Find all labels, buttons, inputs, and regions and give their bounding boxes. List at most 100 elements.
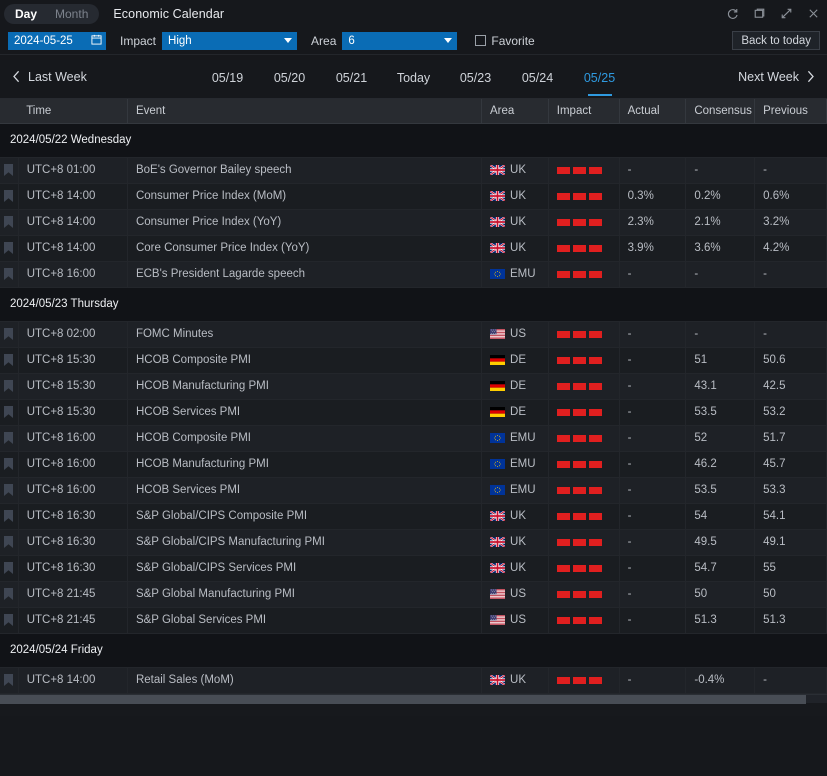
bookmark-cell[interactable]: [0, 581, 18, 607]
area-cell: US: [482, 581, 549, 607]
horizontal-scrollbar[interactable]: [0, 694, 827, 703]
col-consensus: Consensus: [686, 99, 755, 123]
time-cell: UTC+8 14:00: [18, 183, 127, 209]
bookmark-cell[interactable]: [0, 373, 18, 399]
table-row[interactable]: UTC+8 15:30HCOB Composite PMIDE-5150.6: [0, 347, 827, 373]
actual-cell: -: [619, 667, 686, 693]
close-icon[interactable]: [806, 7, 820, 21]
bookmark-cell[interactable]: [0, 451, 18, 477]
area-cell: DE: [482, 373, 549, 399]
area-select[interactable]: 6: [342, 32, 457, 50]
view-mode-day[interactable]: Day: [6, 5, 46, 23]
bookmark-cell[interactable]: [0, 209, 18, 235]
consensus-cell: 51.3: [686, 607, 755, 633]
impact-bars: [557, 331, 619, 338]
day-tab-2[interactable]: 05/21: [321, 55, 383, 99]
consensus-cell: -: [686, 321, 755, 347]
favorite-filter[interactable]: Favorite: [475, 34, 534, 48]
table-row[interactable]: UTC+8 02:00FOMC MinutesUS---: [0, 321, 827, 347]
table-row[interactable]: UTC+8 14:00Core Consumer Price Index (Yo…: [0, 235, 827, 261]
bookmark-cell[interactable]: [0, 183, 18, 209]
area-code: EMU: [510, 484, 536, 496]
restore-icon[interactable]: [752, 7, 766, 21]
table-row[interactable]: UTC+8 15:30HCOB Manufacturing PMIDE-43.1…: [0, 373, 827, 399]
time-cell: UTC+8 16:00: [18, 425, 127, 451]
consensus-cell: 53.5: [686, 477, 755, 503]
back-to-today-button[interactable]: Back to today: [732, 31, 820, 50]
impact-bar: [557, 357, 570, 364]
impact-bars: [557, 167, 619, 174]
impact-bar: [573, 539, 586, 546]
favorite-checkbox[interactable]: [475, 35, 486, 46]
event-cell: S&P Global/CIPS Services PMI: [127, 555, 481, 581]
expand-icon[interactable]: [779, 7, 793, 21]
date-picker[interactable]: 2024-05-25: [8, 32, 106, 50]
bookmark-cell[interactable]: [0, 261, 18, 287]
impact-select[interactable]: High: [162, 32, 297, 50]
day-tab-1[interactable]: 05/20: [259, 55, 321, 99]
day-group-label: 2024/05/22 Wednesday: [0, 123, 827, 157]
view-mode-toggle[interactable]: Day Month: [4, 4, 99, 24]
area-code: UK: [510, 164, 526, 176]
impact-bar: [573, 271, 586, 278]
event-cell: FOMC Minutes: [127, 321, 481, 347]
bookmark-cell[interactable]: [0, 321, 18, 347]
bookmark-cell[interactable]: [0, 399, 18, 425]
table-row[interactable]: UTC+8 16:00HCOB Services PMIEMU-53.553.3: [0, 477, 827, 503]
bookmark-cell[interactable]: [0, 529, 18, 555]
day-tab-4[interactable]: 05/23: [445, 55, 507, 99]
bookmark-cell[interactable]: [0, 503, 18, 529]
area-cell: UK: [482, 157, 549, 183]
area-cell: UK: [482, 667, 549, 693]
actual-cell: -: [619, 451, 686, 477]
table-row[interactable]: UTC+8 01:00BoE's Governor Bailey speechU…: [0, 157, 827, 183]
event-cell: HCOB Composite PMI: [127, 347, 481, 373]
table-row[interactable]: UTC+8 21:45S&P Global Manufacturing PMIU…: [0, 581, 827, 607]
refresh-icon[interactable]: [725, 7, 739, 21]
time-cell: UTC+8 16:00: [18, 261, 127, 287]
chevron-down-icon: [444, 38, 452, 43]
bookmark-cell[interactable]: [0, 667, 18, 693]
col-bookmark: [0, 99, 18, 123]
consensus-cell: -: [686, 157, 755, 183]
time-cell: UTC+8 16:30: [18, 529, 127, 555]
table-row[interactable]: UTC+8 16:00HCOB Composite PMIEMU-5251.7: [0, 425, 827, 451]
horizontal-scrollbar-thumb[interactable]: [0, 695, 806, 704]
table-row[interactable]: UTC+8 16:00HCOB Manufacturing PMIEMU-46.…: [0, 451, 827, 477]
table-row[interactable]: UTC+8 14:00Consumer Price Index (YoY)UK2…: [0, 209, 827, 235]
table-row[interactable]: UTC+8 14:00Consumer Price Index (MoM)UK0…: [0, 183, 827, 209]
table-row[interactable]: UTC+8 16:00ECB's President Lagarde speec…: [0, 261, 827, 287]
bookmark-cell[interactable]: [0, 347, 18, 373]
table-row[interactable]: UTC+8 16:30S&P Global/CIPS Services PMIU…: [0, 555, 827, 581]
bookmark-cell[interactable]: [0, 425, 18, 451]
table-row[interactable]: UTC+8 14:00Retail Sales (MoM)UK--0.4%-: [0, 667, 827, 693]
previous-cell: 4.2%: [755, 235, 827, 261]
table-row[interactable]: UTC+8 16:30S&P Global/CIPS Manufacturing…: [0, 529, 827, 555]
day-tab-6[interactable]: 05/25: [569, 55, 631, 99]
day-tab-today[interactable]: Today: [383, 55, 445, 99]
favorite-label: Favorite: [491, 34, 534, 48]
bookmark-cell[interactable]: [0, 235, 18, 261]
view-mode-month[interactable]: Month: [46, 5, 97, 23]
bookmark-cell[interactable]: [0, 157, 18, 183]
day-tab-5[interactable]: 05/24: [507, 55, 569, 99]
bookmark-cell[interactable]: [0, 555, 18, 581]
last-week-button[interactable]: Last Week: [12, 70, 87, 84]
area-label: Area: [311, 34, 336, 48]
bookmark-cell[interactable]: [0, 477, 18, 503]
area-code: UK: [510, 674, 526, 686]
day-tab-0[interactable]: 05/19: [197, 55, 259, 99]
table-row[interactable]: UTC+8 21:45S&P Global Services PMIUS-51.…: [0, 607, 827, 633]
bookmark-cell[interactable]: [0, 607, 18, 633]
next-week-button[interactable]: Next Week: [738, 70, 815, 84]
area-code: UK: [510, 536, 526, 548]
area-cell: EMU: [482, 425, 549, 451]
col-previous: Previous: [755, 99, 827, 123]
table-row[interactable]: UTC+8 15:30HCOB Services PMIDE-53.553.2: [0, 399, 827, 425]
area-code: US: [510, 588, 526, 600]
impact-cell: [548, 425, 619, 451]
event-cell: BoE's Governor Bailey speech: [127, 157, 481, 183]
impact-bar: [557, 487, 570, 494]
table-row[interactable]: UTC+8 16:30S&P Global/CIPS Composite PMI…: [0, 503, 827, 529]
impact-bar: [589, 513, 602, 520]
